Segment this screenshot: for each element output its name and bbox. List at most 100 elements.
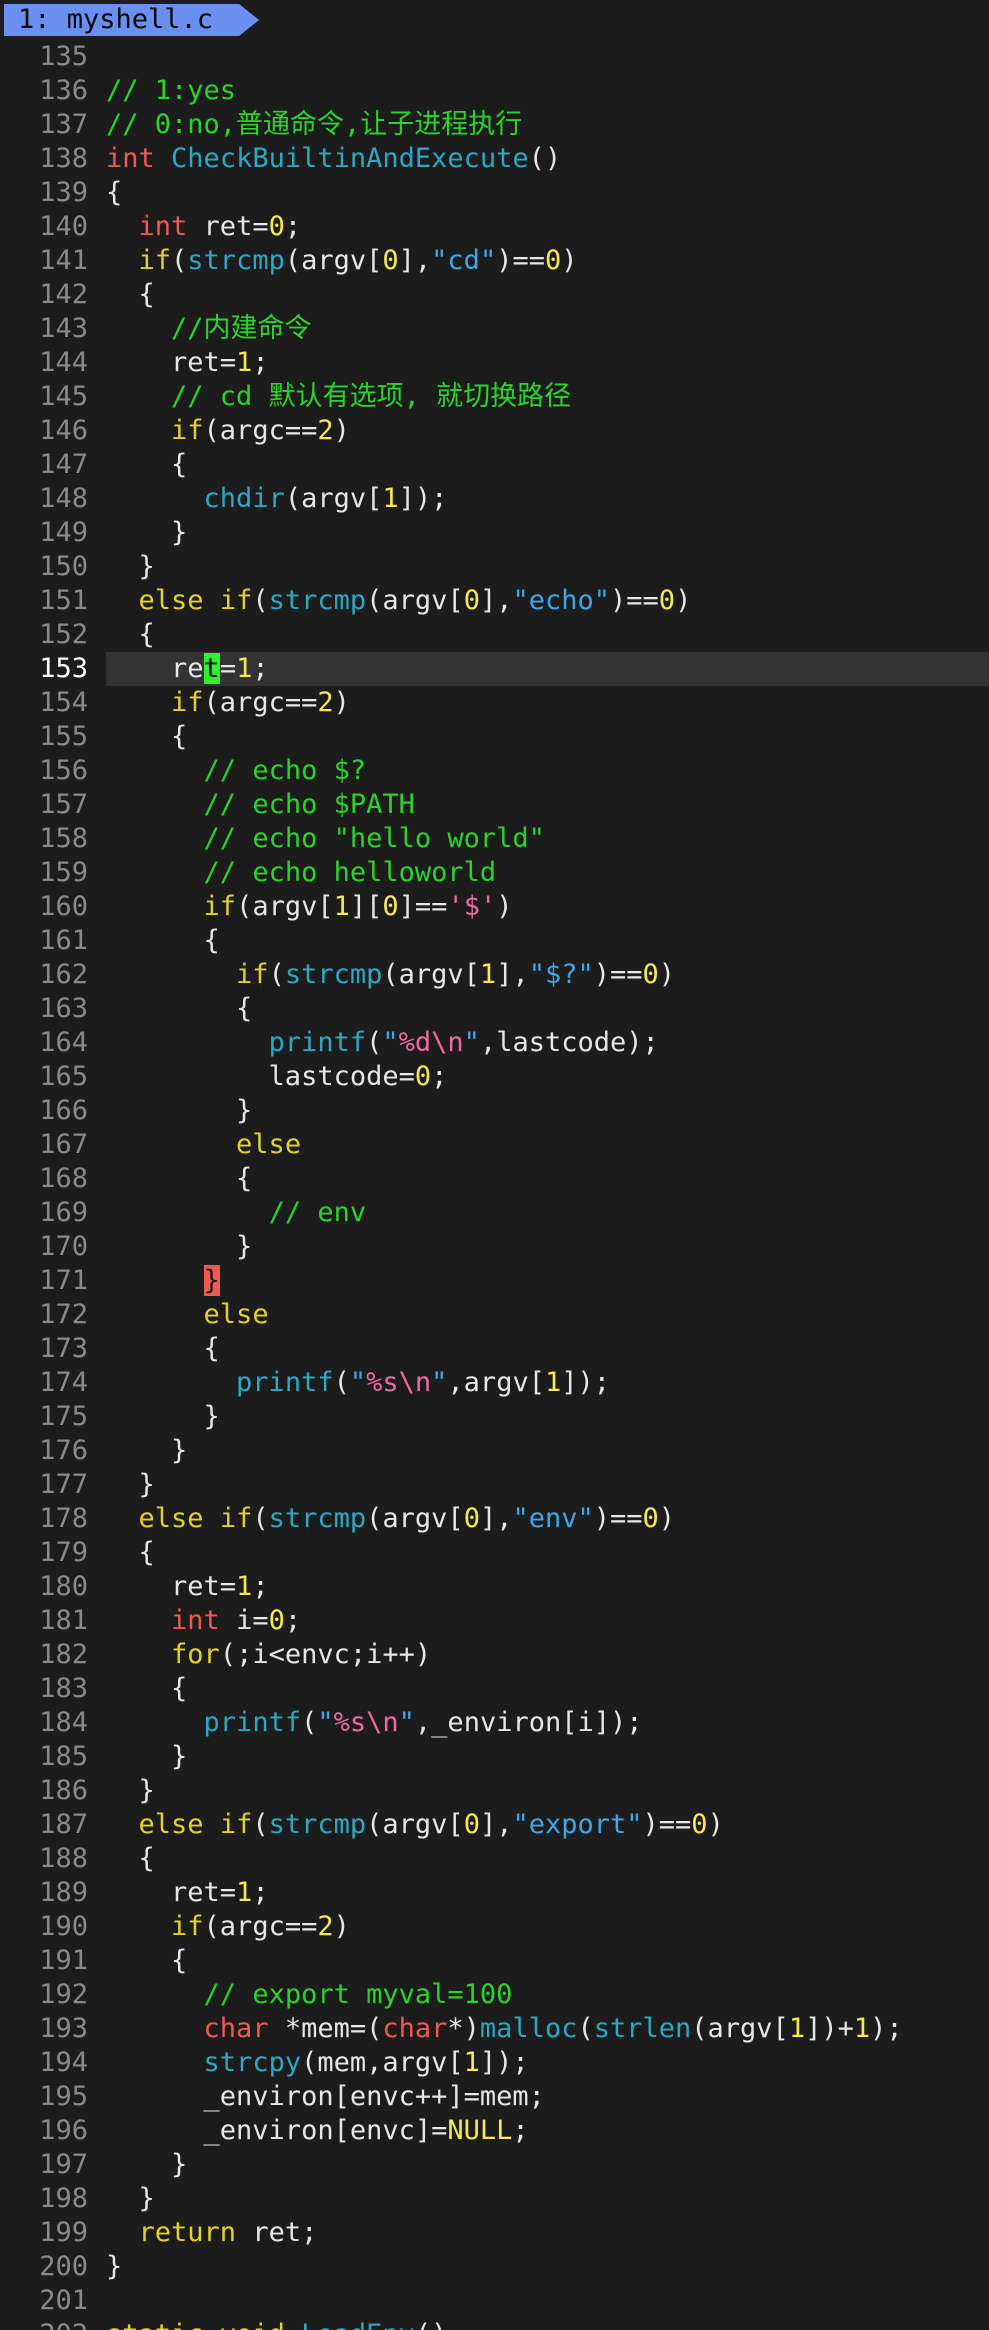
line-text[interactable]: if(argc==2): [106, 686, 989, 720]
line-text[interactable]: //内建命令: [106, 312, 989, 346]
line-text[interactable]: }: [106, 2250, 989, 2284]
code-line[interactable]: 198 }: [0, 2182, 989, 2216]
line-text[interactable]: // 1:yes: [106, 74, 989, 108]
line-text[interactable]: // cd 默认有选项, 就切换路径: [106, 380, 989, 414]
code-line[interactable]: 138 int CheckBuiltinAndExecute(): [0, 142, 989, 176]
code-line[interactable]: 139 {: [0, 176, 989, 210]
line-text[interactable]: }: [106, 1434, 989, 1468]
line-text[interactable]: return ret;: [106, 2216, 989, 2250]
code-line[interactable]: 135: [0, 40, 989, 74]
line-text[interactable]: else: [106, 1128, 989, 1162]
code-line[interactable]: 178 else if(strcmp(argv[0],"env")==0): [0, 1502, 989, 1536]
line-text[interactable]: ret=1;: [106, 652, 989, 686]
code-line[interactable]: 154 if(argc==2): [0, 686, 989, 720]
line-text[interactable]: // 0:no,普通命令,让子进程执行: [106, 108, 989, 142]
code-line[interactable]: 199 return ret;: [0, 2216, 989, 2250]
code-line[interactable]: 159 // echo helloworld: [0, 856, 989, 890]
code-line[interactable]: 157 // echo $PATH: [0, 788, 989, 822]
code-line[interactable]: 184 printf("%s\n",_environ[i]);: [0, 1706, 989, 1740]
code-line[interactable]: 149 }: [0, 516, 989, 550]
line-text[interactable]: int i=0;: [106, 1604, 989, 1638]
code-line[interactable]: 170 }: [0, 1230, 989, 1264]
code-line[interactable]: 180 ret=1;: [0, 1570, 989, 1604]
line-text[interactable]: // env: [106, 1196, 989, 1230]
code-line[interactable]: 155 {: [0, 720, 989, 754]
line-text[interactable]: {: [106, 720, 989, 754]
code-line[interactable]: 141 if(strcmp(argv[0],"cd")==0): [0, 244, 989, 278]
code-line[interactable]: 193 char *mem=(char*)malloc(strlen(argv[…: [0, 2012, 989, 2046]
line-text[interactable]: else if(strcmp(argv[0],"env")==0): [106, 1502, 989, 1536]
code-line[interactable]: 161 {: [0, 924, 989, 958]
code-line[interactable]: 202 static void LoadEnv(): [0, 2318, 989, 2330]
line-text[interactable]: {: [106, 1944, 989, 1978]
code-line[interactable]: 174 printf("%s\n",argv[1]);: [0, 1366, 989, 1400]
code-line[interactable]: 142 {: [0, 278, 989, 312]
line-text[interactable]: if(strcmp(argv[1],"$?")==0): [106, 958, 989, 992]
line-text[interactable]: }: [106, 516, 989, 550]
code-line[interactable]: 171 }: [0, 1264, 989, 1298]
code-line[interactable]: 164 printf("%d\n",lastcode);: [0, 1026, 989, 1060]
code-line[interactable]: 179 {: [0, 1536, 989, 1570]
line-text[interactable]: else: [106, 1298, 989, 1332]
code-line[interactable]: 151 else if(strcmp(argv[0],"echo")==0): [0, 584, 989, 618]
line-text[interactable]: printf("%d\n",lastcode);: [106, 1026, 989, 1060]
code-line[interactable]: 166 }: [0, 1094, 989, 1128]
code-line[interactable]: 181 int i=0;: [0, 1604, 989, 1638]
line-text[interactable]: // export myval=100: [106, 1978, 989, 2012]
code-line[interactable]: 177 }: [0, 1468, 989, 1502]
line-text[interactable]: char *mem=(char*)malloc(strlen(argv[1])+…: [106, 2012, 989, 2046]
code-line[interactable]: 200}: [0, 2250, 989, 2284]
line-text[interactable]: lastcode=0;: [106, 1060, 989, 1094]
code-line[interactable]: 150 }: [0, 550, 989, 584]
code-line[interactable]: 185 }: [0, 1740, 989, 1774]
line-text[interactable]: {: [106, 1842, 989, 1876]
code-line[interactable]: 186 }: [0, 1774, 989, 1808]
code-line[interactable]: 175 }: [0, 1400, 989, 1434]
line-text[interactable]: {: [106, 1536, 989, 1570]
line-text[interactable]: strcpy(mem,argv[1]);: [106, 2046, 989, 2080]
line-text[interactable]: printf("%s\n",argv[1]);: [106, 1366, 989, 1400]
code-line[interactable]: 136 // 1:yes: [0, 74, 989, 108]
line-text[interactable]: else if(strcmp(argv[0],"echo")==0): [106, 584, 989, 618]
tab-myshell-c[interactable]: 1: myshell.c: [4, 4, 259, 36]
line-text[interactable]: ret=1;: [106, 346, 989, 380]
line-text[interactable]: {: [106, 992, 989, 1026]
code-line[interactable]: 163 {: [0, 992, 989, 1026]
line-text[interactable]: [106, 40, 989, 74]
code-line[interactable]: 188 {: [0, 1842, 989, 1876]
line-text[interactable]: }: [106, 1264, 989, 1298]
line-text[interactable]: ret=1;: [106, 1876, 989, 1910]
line-text[interactable]: // echo "hello world": [106, 822, 989, 856]
code-line[interactable]: 190 if(argc==2): [0, 1910, 989, 1944]
line-text[interactable]: {: [106, 278, 989, 312]
code-line[interactable]: 167 else: [0, 1128, 989, 1162]
line-text[interactable]: [106, 2284, 989, 2318]
line-text[interactable]: printf("%s\n",_environ[i]);: [106, 1706, 989, 1740]
code-line[interactable]: 160 if(argv[1][0]=='$'): [0, 890, 989, 924]
line-text[interactable]: if(argc==2): [106, 1910, 989, 1944]
code-line[interactable]: 182 for(;i<envc;i++): [0, 1638, 989, 1672]
line-text[interactable]: ret=1;: [106, 1570, 989, 1604]
vim-editor[interactable]: 1: myshell.c 135 136 // 1:yes 137 // 0:no,普通…: [0, 0, 989, 2330]
code-line[interactable]: 147 {: [0, 448, 989, 482]
code-line[interactable]: 173 {: [0, 1332, 989, 1366]
line-text[interactable]: static void LoadEnv(): [106, 2318, 989, 2330]
line-text[interactable]: // echo $PATH: [106, 788, 989, 822]
line-text[interactable]: else if(strcmp(argv[0],"export")==0): [106, 1808, 989, 1842]
code-line[interactable]: 201: [0, 2284, 989, 2318]
code-line[interactable]: 176 }: [0, 1434, 989, 1468]
line-text[interactable]: }: [106, 1468, 989, 1502]
code-line[interactable]: 153 ret=1;: [0, 652, 989, 686]
line-text[interactable]: }: [106, 1094, 989, 1128]
code-line[interactable]: 187 else if(strcmp(argv[0],"export")==0): [0, 1808, 989, 1842]
code-line[interactable]: 195 _environ[envc++]=mem;: [0, 2080, 989, 2114]
line-text[interactable]: _environ[envc++]=mem;: [106, 2080, 989, 2114]
line-text[interactable]: }: [106, 1774, 989, 1808]
code-line[interactable]: 189 ret=1;: [0, 1876, 989, 1910]
line-text[interactable]: {: [106, 618, 989, 652]
code-line[interactable]: 191 {: [0, 1944, 989, 1978]
code-line[interactable]: 145 // cd 默认有选项, 就切换路径: [0, 380, 989, 414]
line-text[interactable]: }: [106, 1400, 989, 1434]
code-line[interactable]: 143 //内建命令: [0, 312, 989, 346]
line-text[interactable]: {: [106, 1332, 989, 1366]
